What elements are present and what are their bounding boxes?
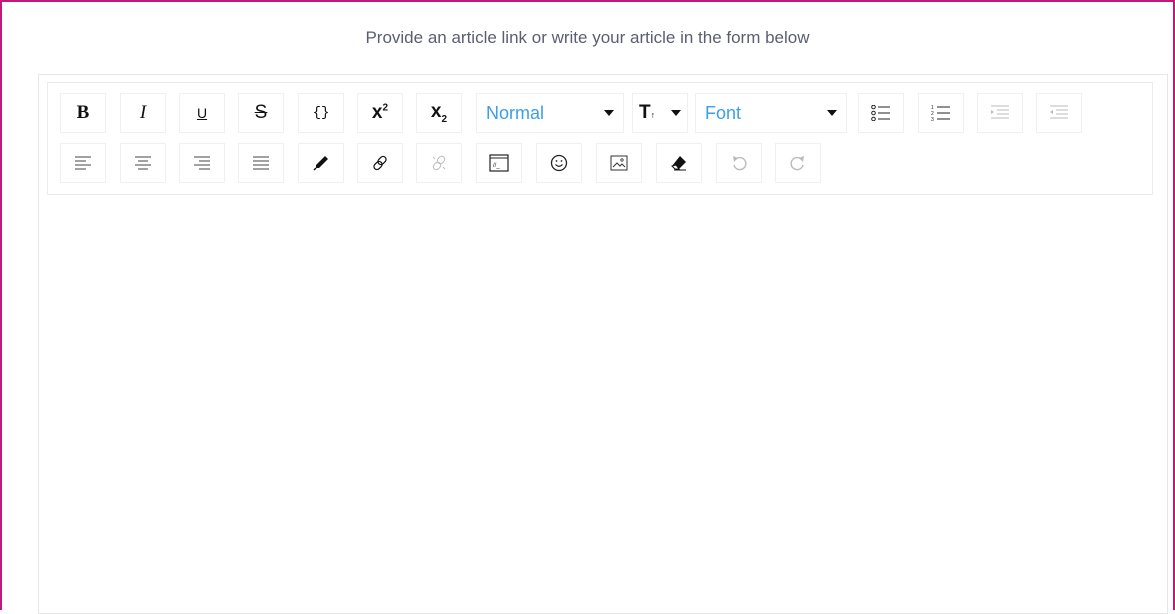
- link-button[interactable]: [357, 143, 403, 183]
- bold-icon: B: [76, 102, 90, 123]
- eraser-button[interactable]: [656, 143, 702, 183]
- outdent-icon: [1050, 105, 1068, 119]
- outdent-button[interactable]: [1036, 93, 1082, 133]
- indent-icon: [991, 105, 1009, 119]
- emoji-icon: [550, 154, 568, 172]
- font-family-dropdown[interactable]: Font: [695, 93, 847, 133]
- unlink-button[interactable]: [416, 143, 462, 183]
- instruction-text: Provide an article link or write your ar…: [365, 28, 810, 47]
- align-left-button[interactable]: [60, 143, 106, 183]
- underline-icon: U: [196, 105, 208, 121]
- color-picker-button[interactable]: [298, 143, 344, 183]
- align-justify-icon: [253, 156, 269, 170]
- svg-text://_: //_: [493, 163, 500, 169]
- image-button[interactable]: [596, 143, 642, 183]
- align-right-icon: [194, 156, 210, 170]
- redo-button[interactable]: [775, 143, 821, 183]
- superscript-button[interactable]: x2: [357, 93, 403, 133]
- unordered-list-icon: [871, 105, 890, 121]
- code-icon: {}: [312, 105, 330, 121]
- rich-text-editor: B I U S {} x2 x2 Normal T↑ Font 1 2 3 //…: [38, 74, 1168, 614]
- ordered-list-icon: 1 2 3: [931, 105, 950, 121]
- emoji-button[interactable]: [536, 143, 582, 183]
- bold-button[interactable]: B: [60, 93, 106, 133]
- chevron-down-icon: [671, 110, 681, 116]
- unordered-list-button[interactable]: [858, 93, 904, 133]
- chevron-down-icon: [827, 110, 837, 116]
- italic-button[interactable]: I: [120, 93, 166, 133]
- unlink-icon: [432, 155, 446, 171]
- chevron-down-icon: [604, 110, 614, 116]
- strikethrough-button[interactable]: S: [238, 93, 284, 133]
- editor-toolbar: B I U S {} x2 x2 Normal T↑ Font 1 2 3 //…: [47, 82, 1153, 195]
- font-size-icon: T↑: [639, 102, 656, 123]
- image-icon: [610, 155, 628, 171]
- font-family-value: Font: [705, 102, 742, 123]
- color-picker-icon: [313, 156, 328, 171]
- align-center-icon: [135, 156, 151, 170]
- font-size-dropdown[interactable]: T↑: [632, 93, 688, 133]
- ordered-list-button[interactable]: 1 2 3: [918, 93, 964, 133]
- page-frame: Provide an article link or write your ar…: [0, 0, 1175, 614]
- indent-button[interactable]: [977, 93, 1023, 133]
- embed-button[interactable]: //_: [476, 143, 522, 183]
- block-type-dropdown[interactable]: Normal: [476, 93, 624, 133]
- strikethrough-icon: S: [254, 102, 268, 123]
- underline-button[interactable]: U: [179, 93, 225, 133]
- superscript-icon: x2: [371, 102, 389, 123]
- block-type-value: Normal: [486, 102, 545, 123]
- undo-icon: [733, 156, 747, 171]
- undo-button[interactable]: [716, 143, 762, 183]
- link-icon: [373, 155, 387, 171]
- align-left-icon: [75, 156, 91, 170]
- embed-icon: //_: [489, 154, 509, 172]
- italic-icon: I: [139, 102, 147, 123]
- subscript-button[interactable]: x2: [416, 93, 462, 133]
- redo-icon: [790, 156, 804, 171]
- align-justify-button[interactable]: [238, 143, 284, 183]
- editor-content-area[interactable]: [39, 200, 1167, 613]
- eraser-icon: [671, 156, 686, 171]
- align-right-button[interactable]: [179, 143, 225, 183]
- subscript-icon: x2: [430, 101, 448, 125]
- align-center-button[interactable]: [120, 143, 166, 183]
- code-button[interactable]: {}: [298, 93, 344, 133]
- svg-text:3: 3: [931, 117, 934, 121]
